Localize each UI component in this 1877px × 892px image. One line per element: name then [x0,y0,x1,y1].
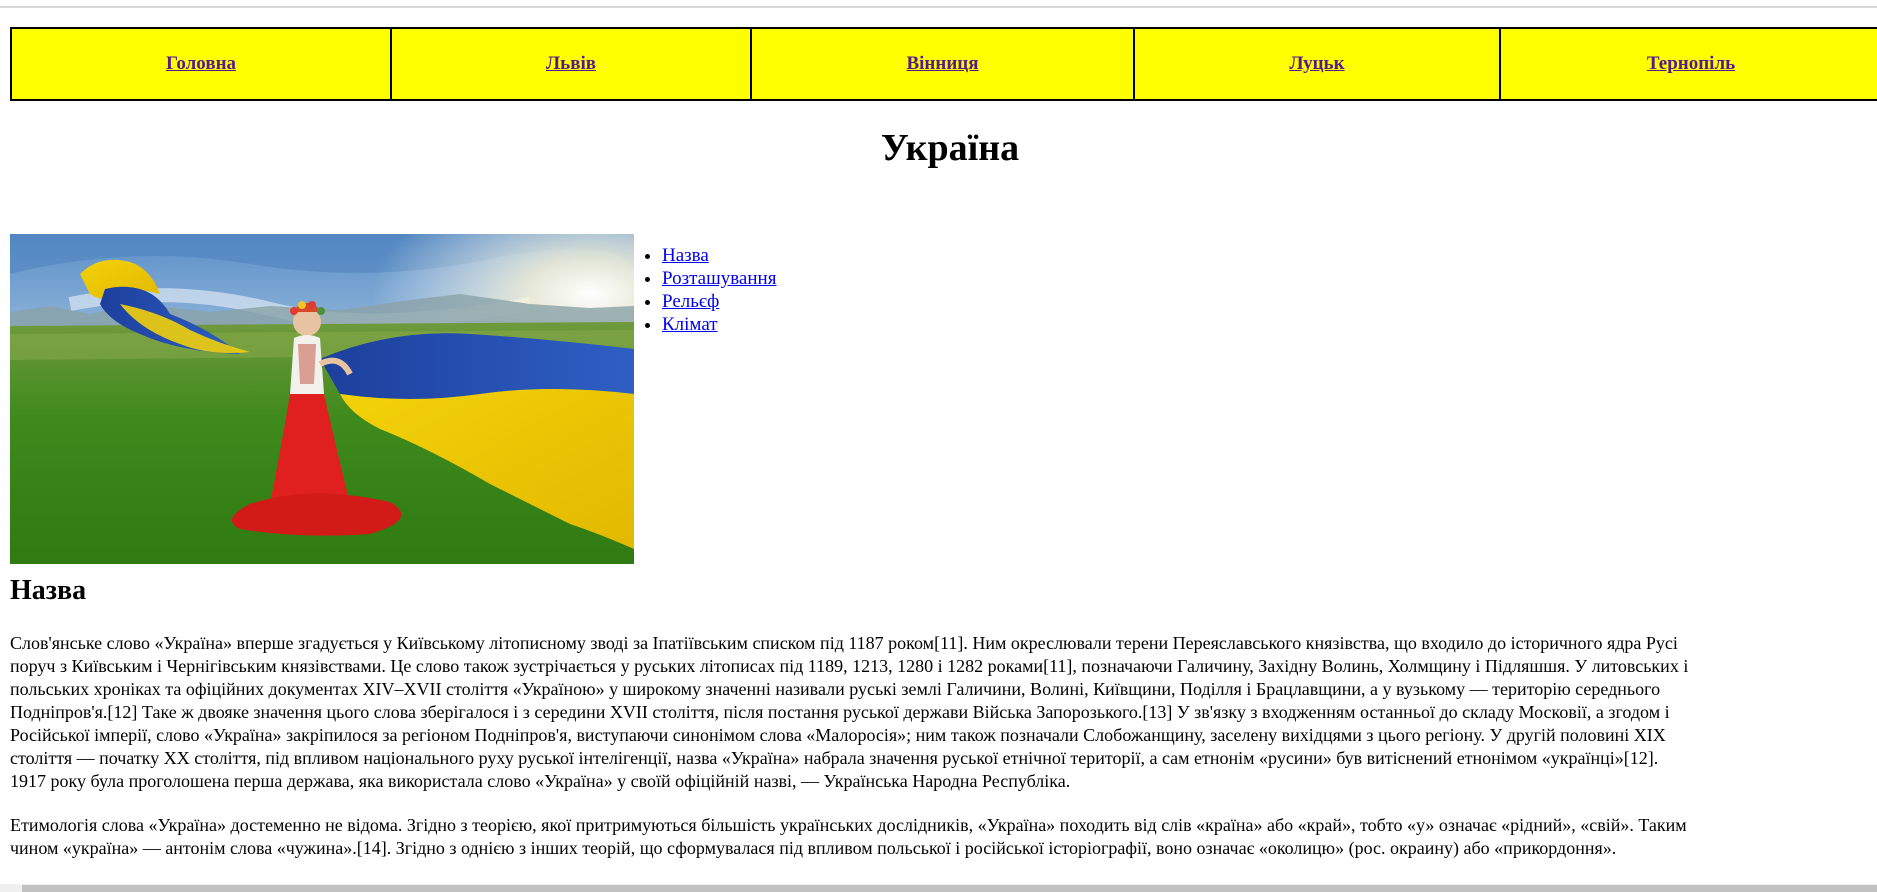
toc-link-climate[interactable]: Клімат [662,314,718,335]
horizontal-scrollbar[interactable] [0,884,1877,892]
toc-link-location[interactable]: Розташування [662,268,776,289]
nav-link-ternopil[interactable]: Тернопіль [1647,53,1735,75]
toc-link-name[interactable]: Назва [662,245,709,266]
scrollbar-thumb[interactable] [22,885,1877,892]
nav-cell-lutsk: Луцьк [1135,29,1501,99]
toc-item-location: Розташування [662,267,776,290]
paragraph-etymology: Етимологія слова «Україна» достеменно не… [10,815,1687,858]
hero-image-girl-with-flag [10,234,634,564]
toc-item-climate: Клімат [662,313,776,336]
toc-item-relief: Рельєф [662,290,776,313]
nav-link-lviv[interactable]: Львів [546,53,596,75]
nav-link-home[interactable]: Головна [166,53,236,75]
section-title-name: Назва [10,575,87,606]
page-title: Україна [880,127,1020,169]
nav-cell-lviv: Львів [392,29,752,99]
nav-link-vinnytsia[interactable]: Вінниця [906,53,978,75]
nav-cell-home: Головна [12,29,392,99]
toc-item-name: Назва [662,244,776,267]
nav-cell-vinnytsia: Вінниця [752,29,1135,99]
nav-cell-ternopil: Тернопіль [1501,29,1877,99]
toc-link-relief[interactable]: Рельєф [662,291,719,312]
table-of-contents: Назва Розташування Рельєф Клімат [640,244,776,336]
nav-link-lutsk[interactable]: Луцьк [1289,53,1344,75]
paragraph-name-history: Слов'янське слово «Україна» вперше згаду… [10,633,1689,791]
city-nav-bar: Головна Львів Вінниця Луцьк Тернопіль [10,27,1877,101]
browser-top-border [0,6,1877,8]
